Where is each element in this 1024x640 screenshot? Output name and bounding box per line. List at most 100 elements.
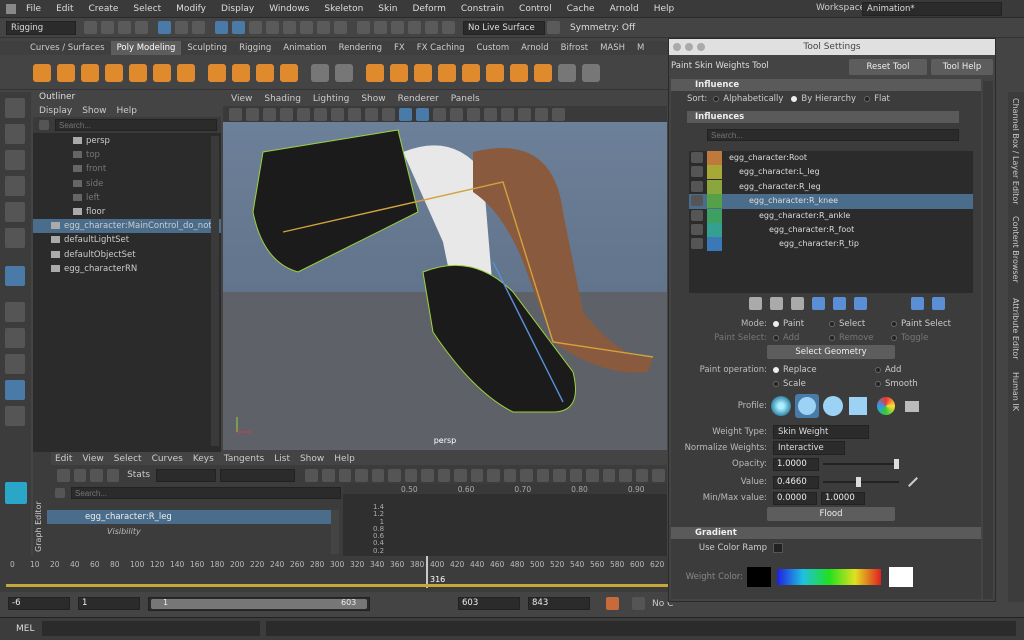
platonic-solid-icon[interactable] — [208, 63, 226, 82]
paint-select-add-radio[interactable] — [773, 335, 779, 341]
filter-icon[interactable] — [55, 488, 65, 498]
ge-search-input[interactable] — [71, 487, 341, 499]
stats-field-2[interactable] — [220, 468, 296, 482]
lock-icon[interactable] — [691, 209, 703, 221]
menu-arnold[interactable]: Arnold — [610, 4, 639, 14]
lock-icon[interactable] — [691, 195, 703, 207]
denormalize-icon[interactable] — [586, 468, 599, 482]
vp-menu-view[interactable]: View — [231, 94, 252, 104]
menu-select[interactable]: Select — [133, 4, 161, 14]
shelf-tab-sculpting[interactable]: Sculpting — [181, 41, 233, 55]
paint-select-remove-radio[interactable] — [829, 335, 835, 341]
lock-icon[interactable] — [691, 152, 703, 163]
mask-misc-icon[interactable] — [334, 21, 347, 34]
paint-op-smooth-radio[interactable] — [875, 381, 881, 387]
bevel-icon[interactable] — [486, 63, 504, 82]
auto-tangent-icon[interactable] — [371, 468, 385, 482]
free-tangent-icon[interactable] — [536, 468, 550, 482]
select-hierarchy-icon[interactable] — [158, 21, 171, 34]
tool-help-button[interactable]: Tool Help — [931, 59, 993, 75]
eyedropper-icon[interactable] — [908, 477, 918, 487]
mode-paint-select-radio[interactable] — [891, 321, 897, 327]
ge-menu-edit[interactable]: Edit — [55, 454, 72, 464]
shadows-icon[interactable] — [467, 107, 480, 121]
workspace-select[interactable]: Animation* — [862, 2, 1002, 16]
vp-menu-lighting[interactable]: Lighting — [313, 94, 349, 104]
influences-search-input[interactable] — [707, 129, 959, 141]
xray-joints-icon[interactable] — [552, 107, 565, 121]
stats-field-1[interactable] — [156, 468, 217, 482]
scale-tool-icon[interactable] — [5, 228, 25, 248]
poly-cube-icon[interactable] — [57, 63, 75, 82]
safe-action-icon[interactable] — [382, 107, 395, 121]
shelf-tab-poly-modeling[interactable]: Poly Modeling — [110, 41, 182, 55]
menu-windows[interactable]: Windows — [269, 4, 309, 14]
redo-icon[interactable] — [135, 21, 148, 34]
gradient-section-header[interactable]: Gradient — [671, 527, 981, 539]
menu-help[interactable]: Help — [654, 4, 675, 14]
human-ik-tab[interactable]: Human IK — [1011, 372, 1020, 411]
folder-icon[interactable] — [905, 400, 919, 412]
menu-constrain[interactable]: Constrain — [461, 4, 504, 14]
snap-point-icon[interactable] — [391, 21, 404, 34]
poly-cylinder-icon[interactable] — [81, 63, 99, 82]
step-tangent-icon[interactable] — [454, 468, 467, 482]
gate-mask-icon[interactable] — [348, 107, 361, 121]
bookmark-icon[interactable] — [263, 107, 276, 121]
lock-icon[interactable] — [691, 180, 703, 192]
snap-surface-icon[interactable] — [425, 21, 438, 34]
reset-tool-button[interactable]: Reset Tool — [849, 59, 927, 75]
ge-menu-select[interactable]: Select — [114, 454, 142, 464]
tool-settings-title-bar[interactable]: Tool Settings — [669, 39, 995, 55]
shelf-tab-arnold[interactable]: Arnold — [515, 41, 555, 55]
poly-cone-icon[interactable] — [105, 63, 123, 82]
opacity-slider[interactable] — [823, 459, 899, 469]
paint-op-add-radio[interactable] — [875, 367, 881, 373]
flood-button[interactable]: Flood — [767, 507, 895, 521]
outliner-scrollbar[interactable] — [211, 136, 219, 446]
two-view-layout-icon[interactable] — [5, 354, 25, 374]
four-view-layout-icon[interactable] — [5, 328, 25, 348]
poly-disc-icon[interactable] — [177, 63, 195, 82]
range-slider[interactable]: 1 603 — [148, 597, 370, 611]
post-infinity-icon[interactable] — [619, 468, 632, 482]
show-influences-icon[interactable] — [833, 297, 846, 310]
influence-row[interactable]: egg_character:R_ankle — [689, 208, 973, 223]
weight-hammer-icon[interactable] — [791, 297, 804, 310]
scene-end-field[interactable]: 843 — [528, 597, 590, 610]
paint-op-scale-radio[interactable] — [773, 381, 779, 387]
center-current-icon[interactable] — [355, 468, 368, 482]
color-ramp-checkbox[interactable] — [773, 543, 783, 553]
mask-curve-icon[interactable] — [249, 21, 262, 34]
insert-keys-icon[interactable] — [73, 468, 87, 482]
single-view-layout-icon[interactable] — [5, 302, 25, 322]
filter-icon[interactable] — [39, 120, 49, 130]
graph-canvas[interactable]: 0.50 0.60 0.70 0.80 0.90 1.4 1.2 1 0.8 0.6 0.… — [343, 484, 667, 556]
poly-sphere-icon[interactable] — [33, 63, 51, 82]
vp-menu-panels[interactable]: Panels — [451, 94, 480, 104]
mirror-icon[interactable] — [414, 63, 432, 82]
vp-menu-shading[interactable]: Shading — [264, 94, 301, 104]
grid-icon[interactable] — [297, 107, 310, 121]
mask-icon[interactable] — [215, 21, 228, 34]
save-icon[interactable] — [101, 21, 114, 34]
ge-menu-list[interactable]: List — [274, 454, 290, 464]
smooth-shade-icon[interactable] — [416, 107, 429, 121]
camera-select-icon[interactable] — [229, 107, 242, 121]
resolution-gate-icon[interactable] — [331, 107, 344, 121]
outliner-item[interactable]: side — [33, 177, 221, 191]
soft-brush-button[interactable] — [795, 394, 819, 418]
shelf-tab-custom[interactable]: Custom — [471, 41, 516, 55]
unfold-icon[interactable] — [582, 63, 600, 82]
merge-icon[interactable] — [534, 63, 552, 82]
poly-torus-icon[interactable] — [129, 63, 147, 82]
outliner-item[interactable]: floor — [33, 205, 221, 219]
snap-view-icon[interactable] — [408, 21, 421, 34]
min-field[interactable]: 0.0000 — [773, 491, 817, 505]
snap-curve-icon[interactable] — [374, 21, 387, 34]
fill-hole-icon[interactable] — [510, 63, 528, 82]
select-component-icon[interactable] — [192, 21, 205, 34]
outliner-item[interactable]: left — [33, 191, 221, 205]
lights-icon[interactable] — [450, 107, 463, 121]
time-slider[interactable]: 0 10 20 40 60 80 100 120 140 160 180 200 220 240 260 28… — [0, 556, 680, 592]
